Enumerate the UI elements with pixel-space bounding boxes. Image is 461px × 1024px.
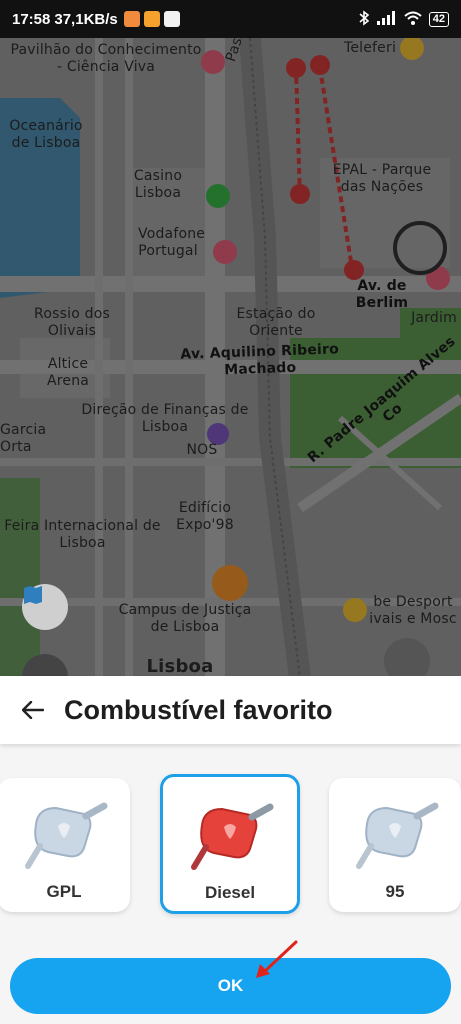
map-label: Garcia Orta <box>0 422 47 455</box>
sheet-header: Combustível favorito <box>0 676 461 744</box>
page-title: Combustível favorito <box>64 694 333 725</box>
annotation-arrow-icon <box>256 940 298 978</box>
fuel-nozzle-icon <box>356 802 439 869</box>
fuel-label: 95 <box>385 882 405 901</box>
fuel-sheet: Combustível favorito GPL Diesel 95 OK <box>0 676 461 1024</box>
map-label: Edifício Expo'98 <box>176 500 234 533</box>
map-view[interactable]: Pavilhão do Conhecimento - Ciência Viva … <box>0 38 461 678</box>
map-label: Estação do Oriente <box>236 306 316 339</box>
bluetooth-icon <box>358 9 370 29</box>
battery-icon: 42 <box>428 11 449 27</box>
signal-icon <box>376 10 397 28</box>
map-label: Jardim <box>411 310 457 326</box>
fuel-option-95[interactable]: 95 <box>329 778 461 912</box>
ok-button[interactable]: OK <box>10 958 451 1014</box>
notification-app-icon <box>163 11 180 27</box>
status-bar: 17:58 37,1KB/s 42 <box>0 0 461 38</box>
net-speed: 37,1KB/s <box>54 10 118 28</box>
fuel-label: GPL <box>46 882 82 901</box>
map-label: NOS <box>186 442 218 458</box>
map-label: Rossio dos Olivais <box>34 306 110 339</box>
map-layers-button[interactable] <box>22 584 68 630</box>
map-label: be Desport ivais e Mosc <box>369 594 457 627</box>
notification-app-icon <box>143 11 160 27</box>
map-label: Teleferi <box>343 40 397 56</box>
map-label: EPAL - Parque das Nações <box>332 162 432 195</box>
map-label: Av. de Berlim <box>355 278 409 311</box>
status-time: 17:58 <box>12 10 51 28</box>
back-button[interactable] <box>20 697 46 723</box>
map-label: Campus de Justiça de Lisboa <box>118 602 252 635</box>
map-label: Vodafone Portugal <box>138 226 206 259</box>
map-label: Direção de Finanças de Lisboa <box>81 402 249 435</box>
map-label: Lisboa <box>146 656 214 677</box>
fuel-option-gpl[interactable]: GPL <box>0 778 130 912</box>
report-button[interactable] <box>384 638 430 678</box>
map-label: Pavilhão do Conhecimento - Ciência Viva <box>10 42 202 75</box>
fuel-option-diesel[interactable]: Diesel <box>160 774 300 914</box>
map-label: Altice Arena <box>46 356 90 389</box>
fuel-label: Diesel <box>204 883 256 902</box>
notification-app-icon <box>123 11 140 27</box>
map-label: Feira Internacional de Lisboa <box>4 518 161 551</box>
back-arrow-icon <box>22 701 44 719</box>
map-label: Casino Lisboa <box>133 168 183 201</box>
fuel-nozzle-icon <box>25 802 108 869</box>
fuel-options: GPL Diesel 95 <box>0 774 461 914</box>
map-label: Oceanário de Lisboa <box>9 118 83 151</box>
map-icon <box>24 586 42 604</box>
notification-icons <box>123 11 180 27</box>
fuel-nozzle-icon <box>191 803 274 870</box>
wifi-icon <box>404 11 422 28</box>
